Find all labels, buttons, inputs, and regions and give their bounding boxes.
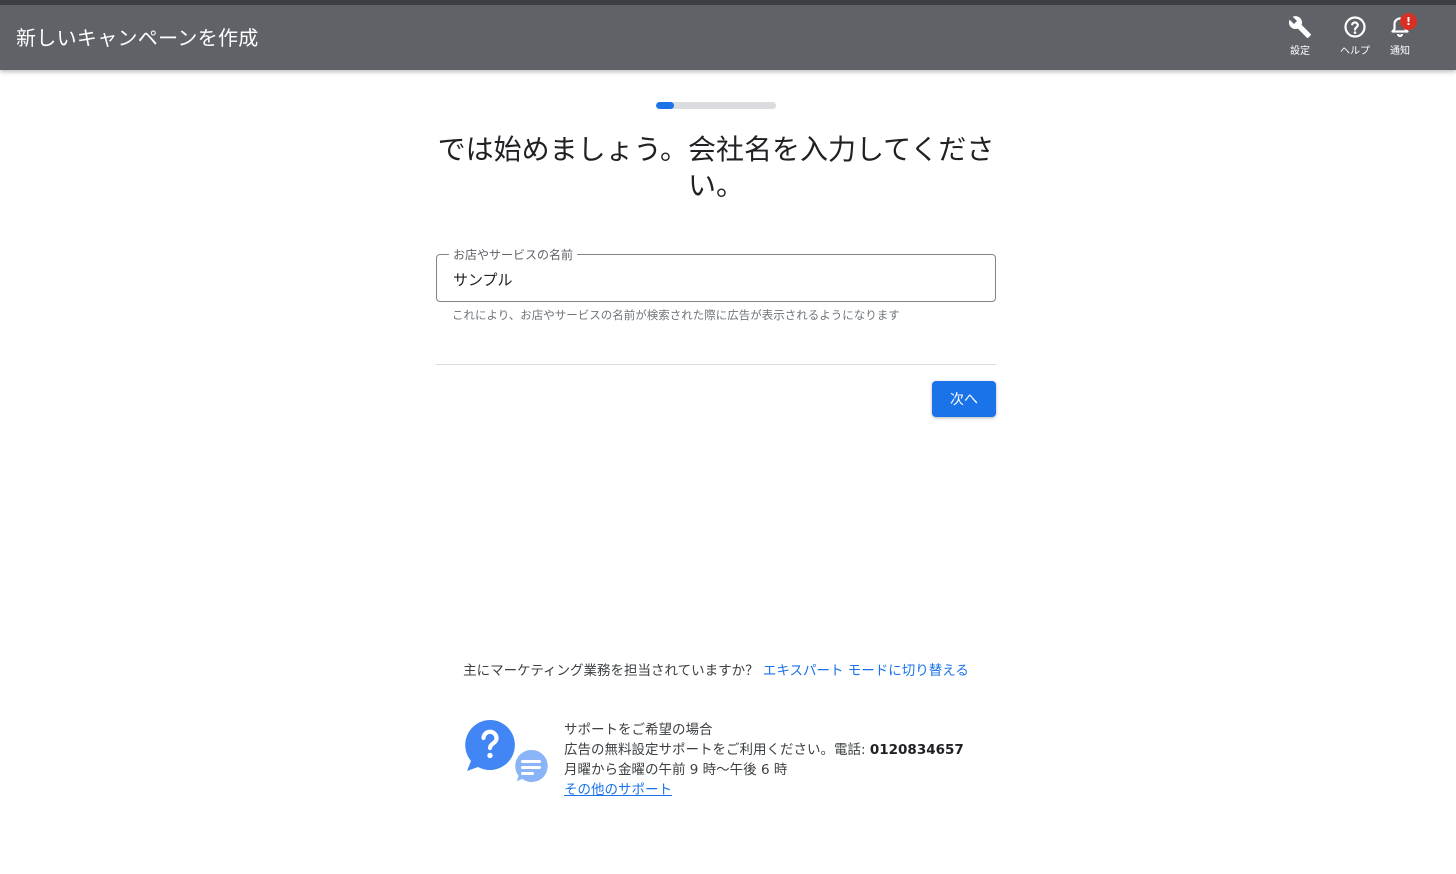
wrench-icon <box>1288 16 1311 38</box>
support-chat-icon <box>465 720 550 785</box>
page-title: 新しいキャンペーンを作成 <box>16 26 259 50</box>
expert-mode-link[interactable]: エキスパート モードに切り替える <box>763 663 969 679</box>
progress-fill <box>656 102 674 109</box>
notifications-button[interactable]: ! 通知 <box>1376 13 1424 65</box>
support-title: サポートをご希望の場合 <box>564 722 713 738</box>
help-button[interactable]: ヘルプ <box>1331 15 1379 65</box>
support-phone-line: 広告の無料設定サポートをご利用ください。電話: 0120834657 <box>564 740 964 760</box>
business-name-hint: これにより、お店やサービスの名前が検索された際に広告が表示されるようになります <box>452 308 900 322</box>
support-phone-number: 0120834657 <box>869 742 964 758</box>
divider <box>436 364 996 365</box>
help-circle-icon <box>1344 16 1366 38</box>
notifications-label: 通知 <box>1390 46 1410 57</box>
support-hours: 月曜から金曜の午前 9 時～午後 6 時 <box>564 762 788 778</box>
support-phone-prefix: 広告の無料設定サポートをご利用ください。電話: <box>564 742 866 758</box>
settings-button[interactable]: 設定 <box>1276 15 1324 65</box>
business-name-field: お店やサービスの名前 <box>436 246 996 302</box>
top-app-bar: 新しいキャンペーンを作成 設定 ヘルプ ! 通知 <box>0 0 1456 70</box>
business-name-label: お店やサービスの名前 <box>449 246 578 263</box>
expert-mode-prompt: 主にマーケティング業務を担当されていますか？ エキスパート モードに切り替える <box>0 659 1432 679</box>
help-label: ヘルプ <box>1340 46 1370 57</box>
business-name-input[interactable] <box>453 267 973 291</box>
support-info: サポートをご希望の場合 広告の無料設定サポートをご利用ください。電話: 0120… <box>564 720 964 800</box>
page-heading: では始めましょう。会社名を入力してください。 <box>437 133 995 202</box>
expert-mode-question: 主にマーケティング業務を担当されていますか？ <box>463 663 759 679</box>
next-button[interactable]: 次へ <box>932 381 996 417</box>
progress-bar <box>656 102 776 109</box>
settings-label: 設定 <box>1290 46 1310 57</box>
more-support-link[interactable]: その他のサポート <box>564 782 672 798</box>
notification-badge: ! <box>1400 13 1417 30</box>
